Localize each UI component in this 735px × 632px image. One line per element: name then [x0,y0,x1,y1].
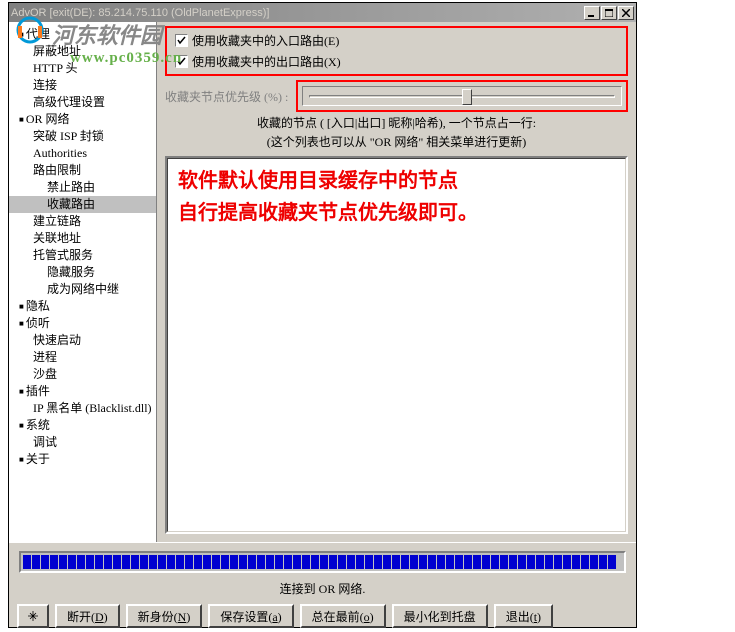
button-row: 断开(D) 新身份(N) 保存设置(a) 总在最前(o) 最小化到托盘 退出(t… [9,600,636,632]
priority-slider[interactable] [302,86,622,106]
tree-item-2[interactable]: HTTP 头 [9,60,156,77]
main-panel: 使用收藏夹中的入口路由(E) 使用收藏夹中的出口路由(X) 收藏夹节点优先级 (… [157,22,636,542]
info-line1: 收藏的节点 ( [入口|出口] 昵称|哈希), 一个节点占一行: [161,114,632,133]
tree-item-11[interactable]: 建立链路 [9,213,156,230]
tree-item-20[interactable]: 沙盘 [9,366,156,383]
tree-item-17[interactable]: 侦听 [9,315,156,332]
progress-bar [19,551,626,573]
tree-item-7[interactable]: Authorities [9,145,156,162]
disconnect-button[interactable]: 断开(D) [55,604,120,628]
tree-item-23[interactable]: 系统 [9,417,156,434]
slider-thumb[interactable] [462,89,472,105]
tree-item-12[interactable]: 关联地址 [9,230,156,247]
tree-item-10[interactable]: 收藏路由 [9,196,156,213]
highlight-box-slider [296,80,628,112]
tree-item-19[interactable]: 进程 [9,349,156,366]
tree-item-8[interactable]: 路由限制 [9,162,156,179]
quit-button[interactable]: 退出(t) [494,604,553,628]
expand-button[interactable] [17,604,49,628]
favorites-textarea[interactable]: 软件默认使用目录缓存中的节点 自行提高收藏夹节点优先级即可。 [165,156,628,534]
titlebar[interactable]: AdvOR [exit(DE): 85.214.75.110 (OldPlane… [9,3,636,22]
checkbox-exit[interactable] [175,55,188,68]
slider-label: 收藏夹节点优先级 (%) : [165,88,288,105]
tree-item-6[interactable]: 突破 ISP 封锁 [9,128,156,145]
minimize-tray-button[interactable]: 最小化到托盘 [392,604,488,628]
checkbox-exit-label: 使用收藏夹中的出口路由(X) [192,53,341,70]
tree-item-4[interactable]: 高级代理设置 [9,94,156,111]
checkbox-entry[interactable] [175,34,188,47]
save-settings-button[interactable]: 保存设置(a) [208,604,293,628]
title-text: AdvOR [exit(DE): 85.214.75.110 (OldPlane… [11,7,584,19]
tree-item-21[interactable]: 插件 [9,383,156,400]
checkbox-entry-label: 使用收藏夹中的入口路由(E) [192,32,339,49]
tree-item-16[interactable]: 隐私 [9,298,156,315]
tree-item-13[interactable]: 托管式服务 [9,247,156,264]
info-line2: (这个列表也可以从 "OR 网络" 相关菜单进行更新) [161,133,632,152]
tree-item-24[interactable]: 调试 [9,434,156,451]
tree-item-25[interactable]: 关于 [9,451,156,468]
tree-item-0[interactable]: 代理 [9,26,156,43]
app-window: AdvOR [exit(DE): 85.214.75.110 (OldPlane… [8,2,637,628]
sidebar-tree[interactable]: 代理屏蔽地址HTTP 头连接高级代理设置OR 网络突破 ISP 封锁Author… [9,22,157,542]
tree-item-1[interactable]: 屏蔽地址 [9,43,156,60]
tree-item-9[interactable]: 禁止路由 [9,179,156,196]
highlight-box-checkboxes: 使用收藏夹中的入口路由(E) 使用收藏夹中的出口路由(X) [165,26,628,76]
minimize-button[interactable] [584,6,600,20]
tree-item-5[interactable]: OR 网络 [9,111,156,128]
tree-item-3[interactable]: 连接 [9,77,156,94]
close-button[interactable] [618,6,634,20]
always-top-button[interactable]: 总在最前(o) [300,604,386,628]
tree-item-22[interactable]: IP 黑名单 (Blacklist.dll) [9,400,156,417]
footer: 连接到 OR 网络. 断开(D) 新身份(N) 保存设置(a) 总在最前(o) … [9,542,636,627]
annotation-line2: 自行提高收藏夹节点优先级即可。 [178,197,615,229]
tree-item-14[interactable]: 隐藏服务 [9,264,156,281]
tree-item-18[interactable]: 快速启动 [9,332,156,349]
status-text: 连接到 OR 网络. [9,577,636,600]
maximize-button[interactable] [601,6,617,20]
annotation-line1: 软件默认使用目录缓存中的节点 [178,165,615,197]
new-identity-button[interactable]: 新身份(N) [126,604,203,628]
tree-item-15[interactable]: 成为网络中继 [9,281,156,298]
